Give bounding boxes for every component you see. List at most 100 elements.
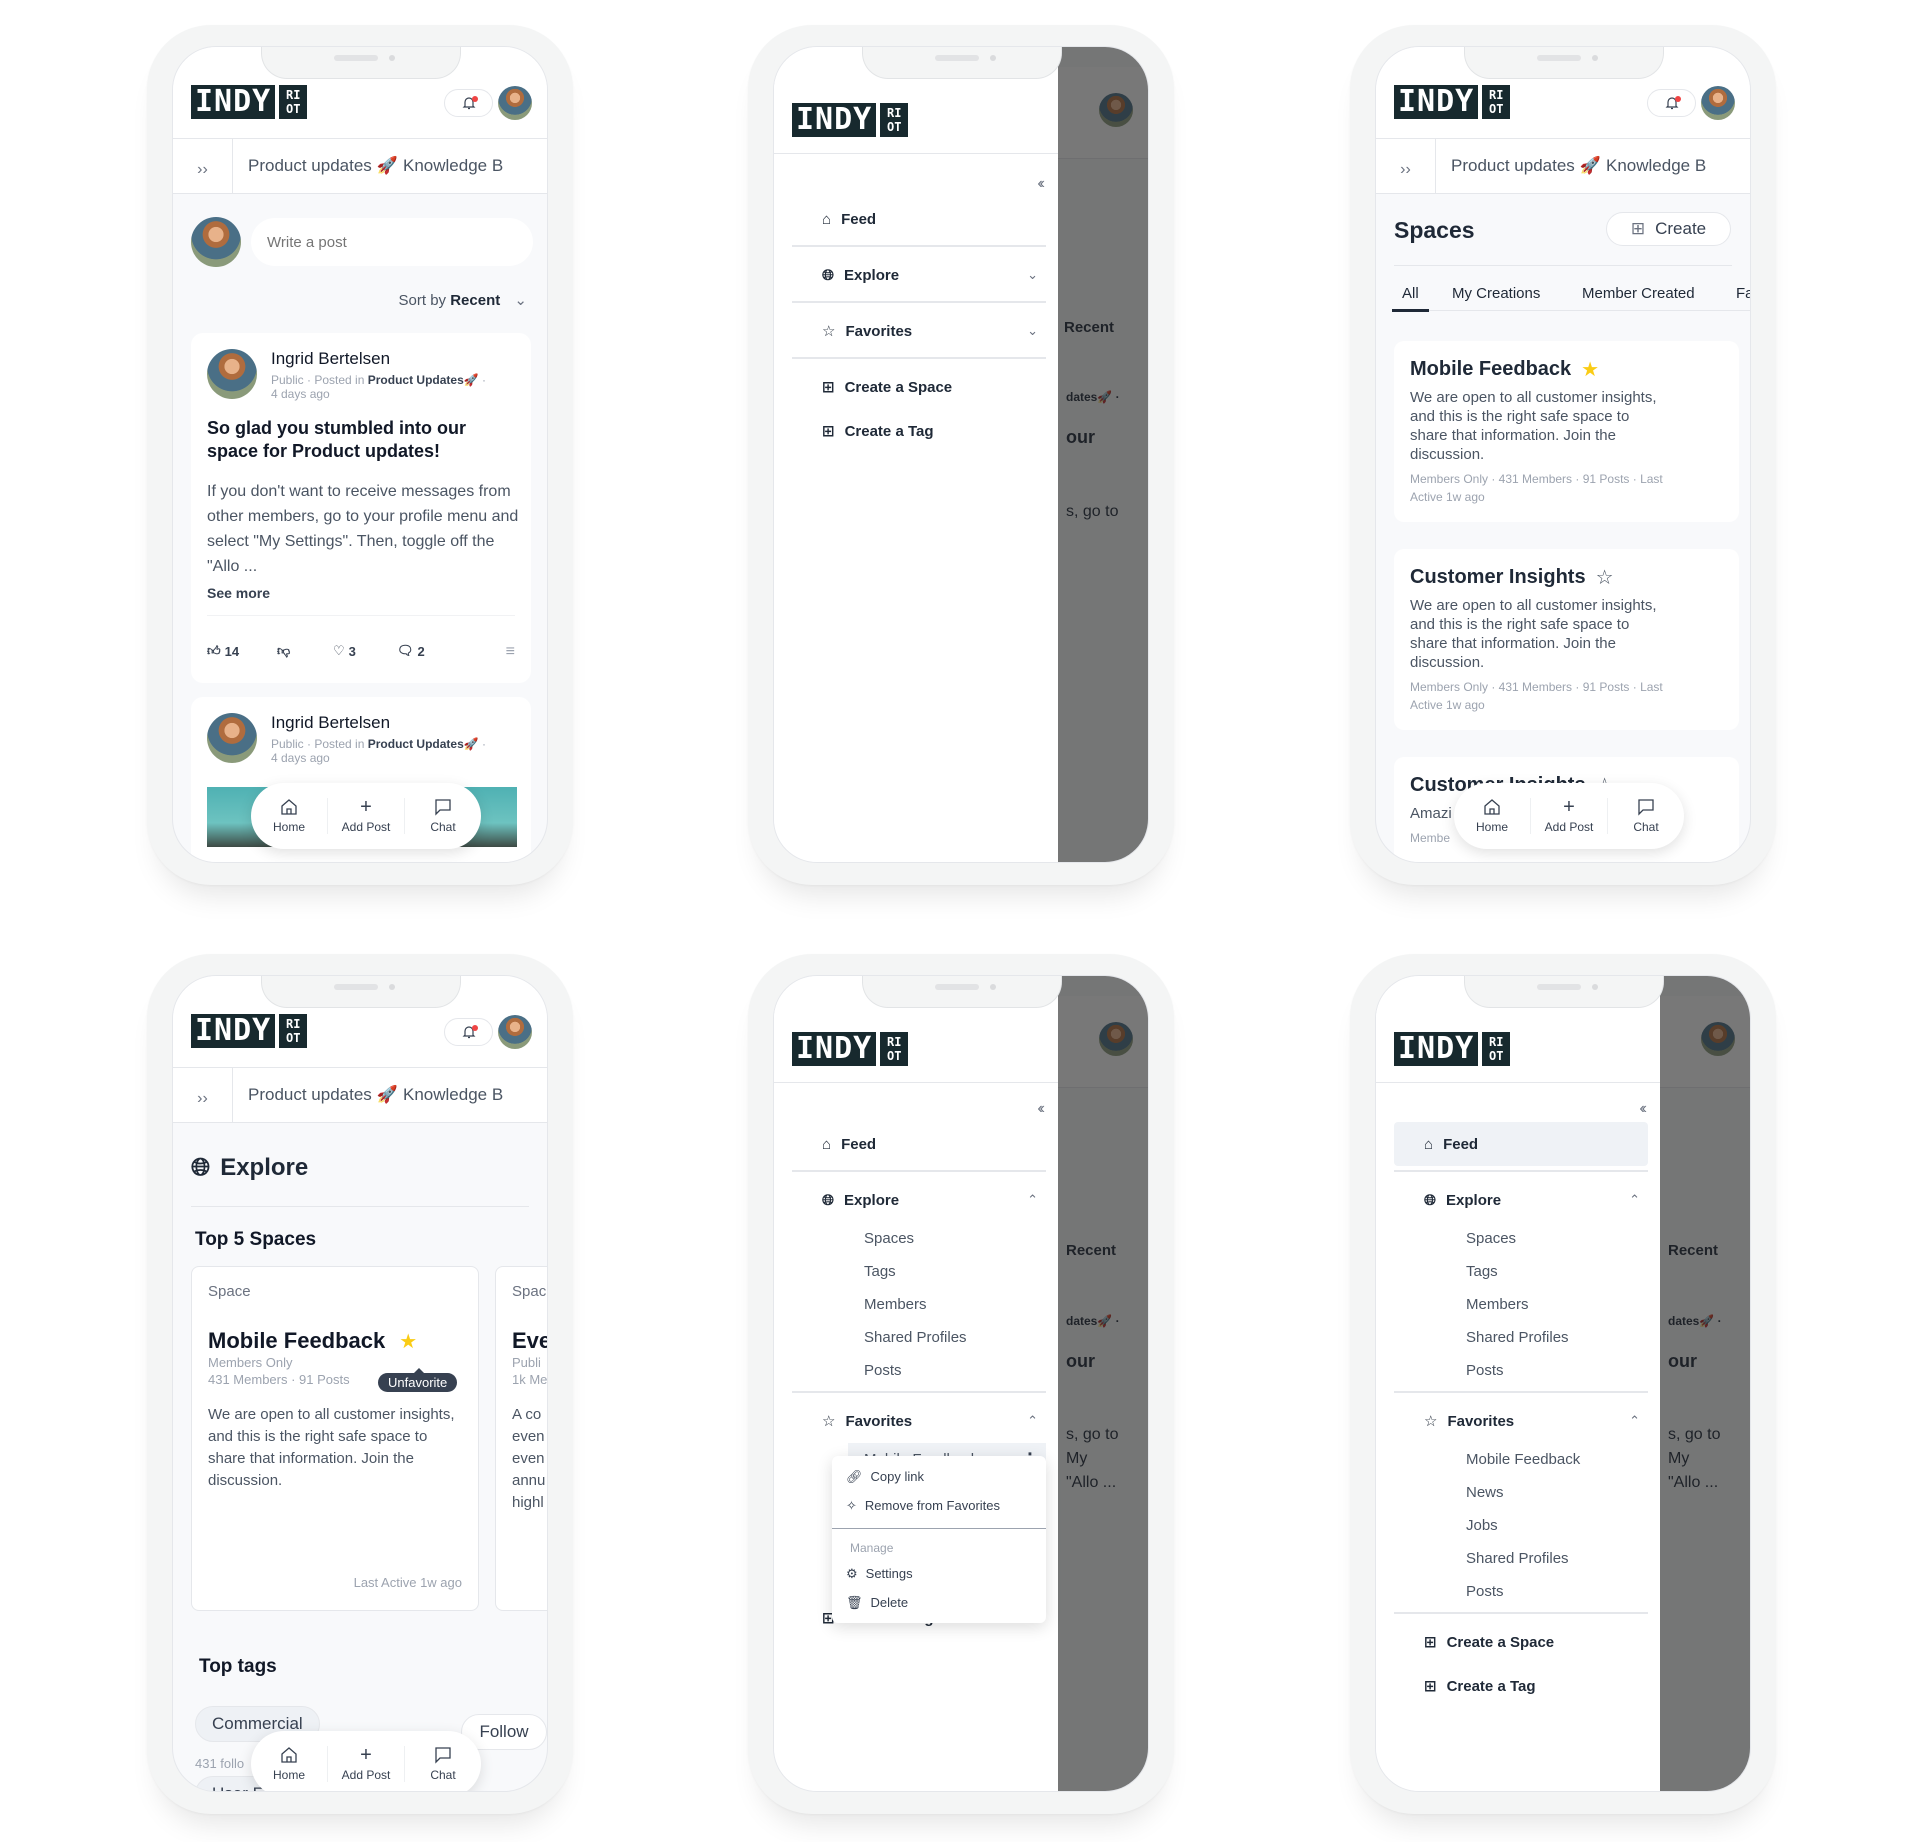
space-tab-knowledge-base[interactable]: Knowledge B (1606, 156, 1706, 176)
space-tab-product-updates[interactable]: Product updates 🚀 (248, 1085, 398, 1105)
nav-explore-members[interactable]: Members (792, 1288, 1046, 1321)
space-tab-product-updates[interactable]: Product updates 🚀 (1451, 156, 1601, 176)
space-tab-product-updates[interactable]: Product updates 🚀 (248, 156, 398, 176)
indy-riot-logo[interactable]: INDY RI OT (191, 1014, 308, 1048)
star-outline-icon: ☆ (1424, 1413, 1438, 1430)
tab-member-created[interactable]: Member Created (1582, 285, 1695, 302)
nav-feed[interactable]: ⌂ Feed (1394, 1122, 1648, 1166)
nav-create-tag[interactable]: ⊞Create a Tag (1394, 1664, 1648, 1708)
nav-explore-shared-profiles[interactable]: Shared Profiles (792, 1321, 1046, 1354)
indy-riot-logo[interactable]: INDY RI OT (1394, 85, 1511, 119)
tab-favorites[interactable]: Fa (1736, 285, 1750, 302)
nav-favorite-item[interactable]: Shared Profiles (1394, 1542, 1648, 1575)
nav-explore-spaces[interactable]: Spaces (792, 1222, 1046, 1255)
chevrons-right-icon[interactable]: ›› (1376, 139, 1436, 194)
nav-explore-members[interactable]: Members (1394, 1288, 1648, 1321)
star-filled-icon[interactable]: ★ (1581, 357, 1599, 382)
nav-explore-posts[interactable]: Posts (1394, 1354, 1648, 1387)
user-avatar[interactable] (1701, 86, 1735, 120)
nav-explore[interactable]: 🌐︎ Explore ⌄ (792, 253, 1046, 297)
nav-chat[interactable]: Chat (404, 1746, 481, 1782)
post-space-link[interactable]: Product Updates🚀 (368, 373, 479, 387)
notifications-button[interactable] (444, 89, 493, 117)
chevrons-right-icon[interactable]: ›› (173, 1068, 233, 1123)
post-title[interactable]: So glad you stumbled into our space for … (207, 417, 517, 463)
nav-explore[interactable]: 🌐︎ Explore ⌃ (1394, 1178, 1648, 1222)
nav-chat[interactable]: Chat (404, 798, 481, 834)
indy-riot-logo[interactable]: INDY RI OT (1394, 1032, 1511, 1066)
nav-explore-posts[interactable]: Posts (792, 1354, 1046, 1387)
space-card[interactable]: Mobile Feedback ★ We are open to all cust… (1394, 341, 1739, 522)
comment-button[interactable]: 🗨︎ 2 (397, 643, 425, 659)
nav-favorite-item[interactable]: News (1394, 1476, 1648, 1509)
nav-favorites[interactable]: ☆ Favorites ⌃ (792, 1399, 1046, 1443)
nav-home[interactable]: Home (251, 1746, 327, 1782)
nav-create-space[interactable]: ⊞ Create a Space (792, 365, 1046, 409)
nav-explore-tags[interactable]: Tags (1394, 1255, 1648, 1288)
star-filled-icon[interactable]: ★ (399, 1329, 417, 1354)
post-author-avatar[interactable] (207, 713, 257, 763)
nav-explore[interactable]: 🌐︎ Explore ⌃ (792, 1178, 1046, 1222)
menu-delete[interactable]: 🗑︎ Delete (832, 1588, 1046, 1617)
see-more-link[interactable]: See more (207, 585, 270, 601)
tab-all[interactable]: All (1392, 285, 1429, 312)
user-avatar[interactable] (498, 86, 532, 120)
globe-icon: 🌐︎ (822, 266, 835, 284)
create-space-button[interactable]: ⊞ Create (1606, 212, 1731, 246)
indy-riot-logo[interactable]: INDY RI OT (792, 103, 909, 137)
menu-remove-favorite[interactable]: ✧ Remove from Favorites (832, 1491, 1046, 1520)
post-author-avatar[interactable] (207, 349, 257, 399)
nav-explore-spaces[interactable]: Spaces (1394, 1222, 1648, 1255)
space-card[interactable]: Customer Insights ☆ We are open to all cu… (1394, 549, 1739, 730)
post-author[interactable]: Ingrid Bertelsen (271, 349, 390, 369)
nav-favorite-item[interactable]: Posts (1394, 1575, 1648, 1608)
nav-explore-shared-profiles[interactable]: Shared Profiles (1394, 1321, 1648, 1354)
menu-settings[interactable]: ⚙ Settings (832, 1559, 1046, 1588)
top-space-card[interactable]: Space Mobile Feedback ★ Members Only 431 … (191, 1266, 479, 1611)
chevrons-left-icon[interactable]: ‹‹ (1037, 1100, 1044, 1118)
top-space-card[interactable]: Spac Eve Publi 1k Me A co even even annu… (495, 1266, 547, 1611)
write-post-input[interactable] (251, 218, 533, 266)
chevrons-right-icon[interactable]: ›› (173, 139, 233, 194)
nav-create-space[interactable]: ⊞ Create a Space (1394, 1620, 1648, 1664)
nav-add-post[interactable]: + Add Post (327, 1745, 404, 1782)
chevron-up-icon: ⌃ (1629, 1413, 1640, 1428)
nav-favorites[interactable]: ☆ Favorites ⌄ (792, 309, 1046, 353)
nav-explore-tags[interactable]: Tags (792, 1255, 1046, 1288)
post-author[interactable]: Ingrid Bertelsen (271, 713, 390, 733)
chevrons-left-icon[interactable]: ‹‹ (1037, 175, 1044, 193)
nav-feed[interactable]: ⌂ Feed (792, 1122, 1046, 1166)
space-tab-knowledge-base[interactable]: Knowledge B (403, 1085, 503, 1105)
nav-favorites[interactable]: ☆ Favorites ⌃ (1394, 1399, 1648, 1443)
menu-copy-link[interactable]: 🔗︎ Copy link (832, 1462, 1046, 1491)
sort-dropdown[interactable]: Sort by Recent ⌄ (399, 291, 527, 309)
nav-create-tag[interactable]: ⊞Create a Tag (792, 409, 1046, 453)
nav-add-post[interactable]: + Add Post (1530, 797, 1607, 834)
notifications-button[interactable] (444, 1018, 493, 1046)
drawer-overlay[interactable] (1658, 976, 1750, 1791)
indy-riot-logo[interactable]: INDY RI OT (792, 1032, 909, 1066)
nav-favorite-item[interactable]: Mobile Feedback (1394, 1443, 1648, 1476)
notifications-button[interactable] (1647, 89, 1696, 117)
dislike-button[interactable]: 👎︎ (277, 643, 290, 659)
star-outline-icon[interactable]: ☆ (1596, 565, 1614, 590)
tab-my-creations[interactable]: My Creations (1452, 285, 1540, 302)
space-tab-knowledge-base[interactable]: Knowledge B (403, 156, 503, 176)
nav-chat[interactable]: Chat (1607, 798, 1684, 834)
chevrons-left-icon[interactable]: ‹‹ (1639, 1100, 1646, 1118)
heart-button[interactable]: ♡ 3 (333, 643, 356, 659)
divider (1376, 1082, 1660, 1083)
nav-home[interactable]: Home (251, 798, 327, 834)
indy-riot-logo[interactable]: INDY RI OT (191, 85, 308, 119)
drawer-overlay[interactable] (1056, 976, 1148, 1791)
space-stats: Members Only · 431 Members · 91 Posts · … (1410, 680, 1663, 712)
menu-icon[interactable]: ≡ (506, 643, 515, 661)
user-avatar[interactable] (498, 1015, 532, 1049)
drawer-overlay[interactable] (1056, 47, 1148, 862)
nav-add-post[interactable]: + Add Post (327, 797, 404, 834)
nav-favorite-item[interactable]: Jobs (1394, 1509, 1648, 1542)
home-icon: ⌂ (1424, 1135, 1434, 1153)
nav-home[interactable]: Home (1454, 798, 1530, 834)
nav-feed[interactable]: ⌂ Feed (792, 197, 1046, 241)
like-button[interactable]: 👍︎ 14 (207, 643, 239, 659)
